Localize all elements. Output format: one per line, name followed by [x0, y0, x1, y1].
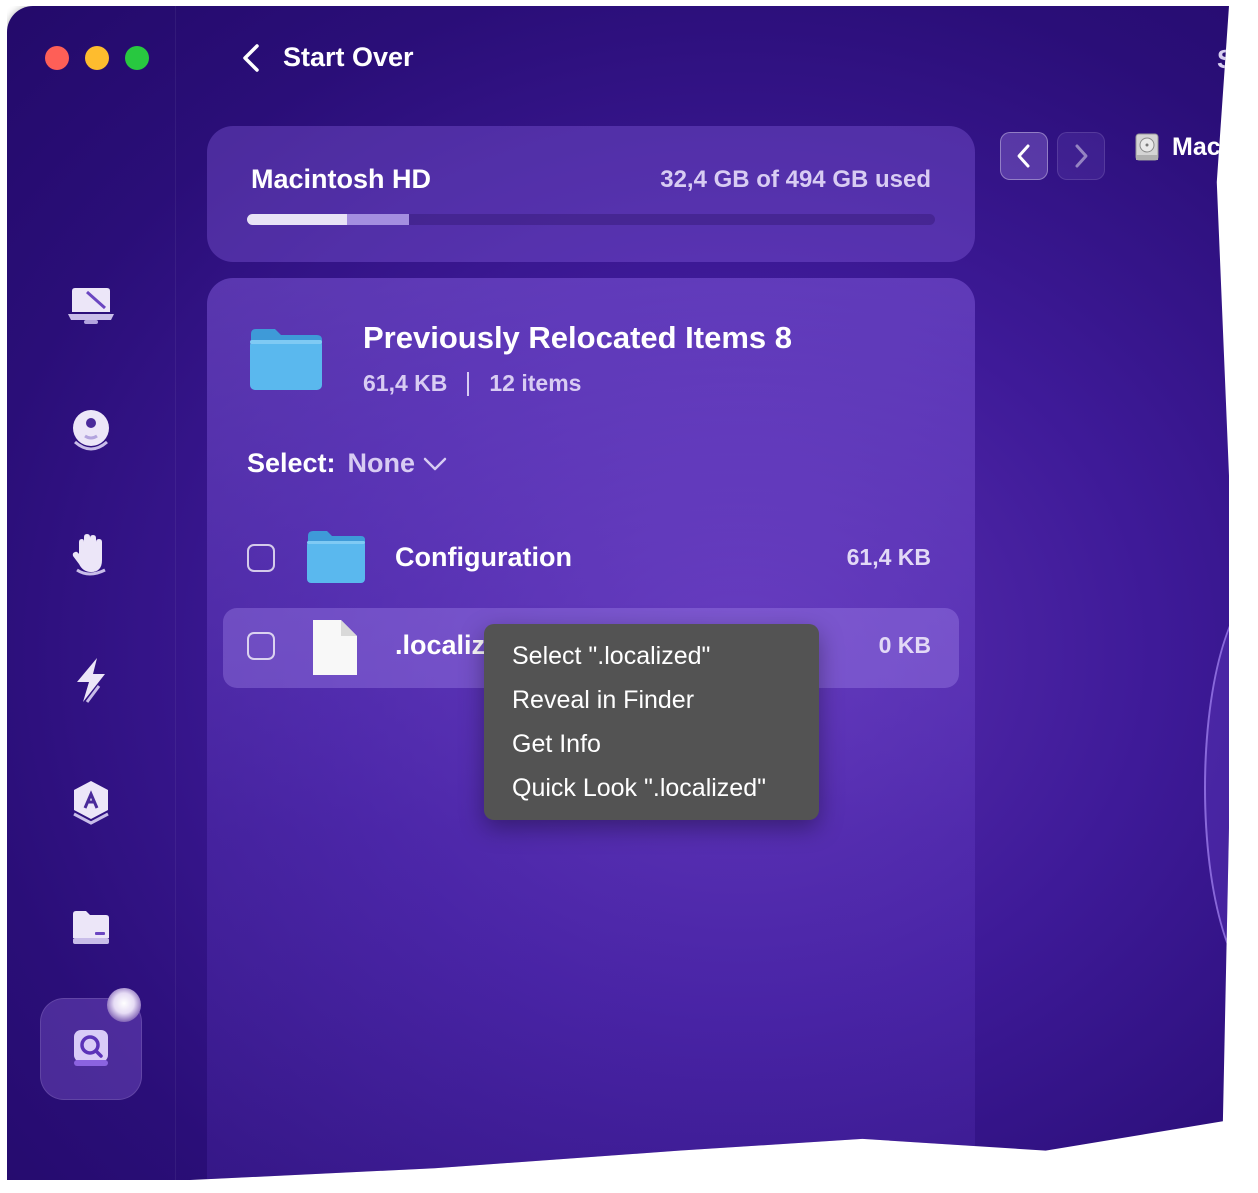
- item-size: 61,4 KB: [846, 544, 931, 570]
- select-control: Select: None: [247, 448, 447, 479]
- folder-title: Previously Relocated Items 8: [363, 320, 793, 355]
- folder-meta: 61,4 KB 12 items: [363, 370, 581, 397]
- disk-usage-text: 32,4 GB of 494 GB used: [660, 166, 931, 193]
- hard-drive-icon: [1135, 133, 1159, 161]
- speed-icon[interactable]: [65, 654, 117, 706]
- apps-icon[interactable]: [65, 776, 117, 828]
- select-dropdown[interactable]: None: [348, 448, 448, 479]
- breadcrumb-label: Mac: [1172, 132, 1221, 161]
- back-nav-button[interactable]: [1000, 132, 1048, 180]
- menu-item-select[interactable]: Select ".localized": [484, 638, 819, 682]
- files-icon[interactable]: [65, 900, 117, 952]
- disk-other-fill: [346, 214, 409, 225]
- item-name: .localiz: [395, 630, 486, 660]
- disk-used-fill: [247, 214, 347, 225]
- chevron-right-icon: [1075, 144, 1088, 168]
- app-window: Start Over S Macintosh HD 32,4 GB of 494…: [7, 6, 1229, 1180]
- folder-item-count: 12 items: [489, 370, 582, 396]
- laptop-icon[interactable]: [65, 278, 117, 330]
- folder-icon: [250, 329, 322, 390]
- notification-badge: [107, 988, 141, 1022]
- disk-name: Macintosh HD: [251, 164, 432, 194]
- privacy-icon[interactable]: [65, 404, 117, 456]
- item-size: 0 KB: [878, 632, 931, 658]
- disk-usage-bar: [247, 214, 935, 225]
- space-lens-icon[interactable]: [65, 1022, 117, 1074]
- menu-item-quick-look[interactable]: Quick Look ".localized": [484, 770, 819, 814]
- chevron-down-icon: [423, 457, 447, 470]
- hand-icon[interactable]: [65, 528, 117, 580]
- menu-item-get-info[interactable]: Get Info: [484, 726, 819, 770]
- breadcrumb[interactable]: Mac: [1132, 132, 1221, 162]
- meta-divider: [467, 371, 470, 396]
- forward-nav-button[interactable]: [1057, 132, 1105, 180]
- list-item[interactable]: Configuration 61,4 KB: [223, 520, 959, 600]
- sidebar: [7, 6, 176, 1180]
- chevron-left-icon: [243, 43, 259, 72]
- folder-icon: [307, 531, 365, 583]
- item-name: Configuration: [395, 542, 572, 572]
- context-menu: Select ".localized" Reveal in Finder Get…: [484, 624, 819, 820]
- start-over-label: Start Over: [283, 42, 414, 72]
- select-label: Select:: [247, 448, 336, 478]
- item-checkbox[interactable]: [247, 632, 275, 660]
- chevron-left-icon: [1017, 144, 1030, 168]
- start-over-button[interactable]: Start Over: [239, 42, 414, 73]
- partial-header-text: S: [1217, 44, 1229, 74]
- folder-size: 61,4 KB: [363, 370, 448, 396]
- menu-item-reveal-in-finder[interactable]: Reveal in Finder: [484, 682, 819, 726]
- select-value: None: [347, 448, 416, 478]
- file-icon: [313, 620, 357, 675]
- space-lens-bubble: [1204, 586, 1229, 990]
- disk-usage-card: Macintosh HD 32,4 GB of 494 GB used: [207, 126, 975, 262]
- item-checkbox[interactable]: [247, 544, 275, 572]
